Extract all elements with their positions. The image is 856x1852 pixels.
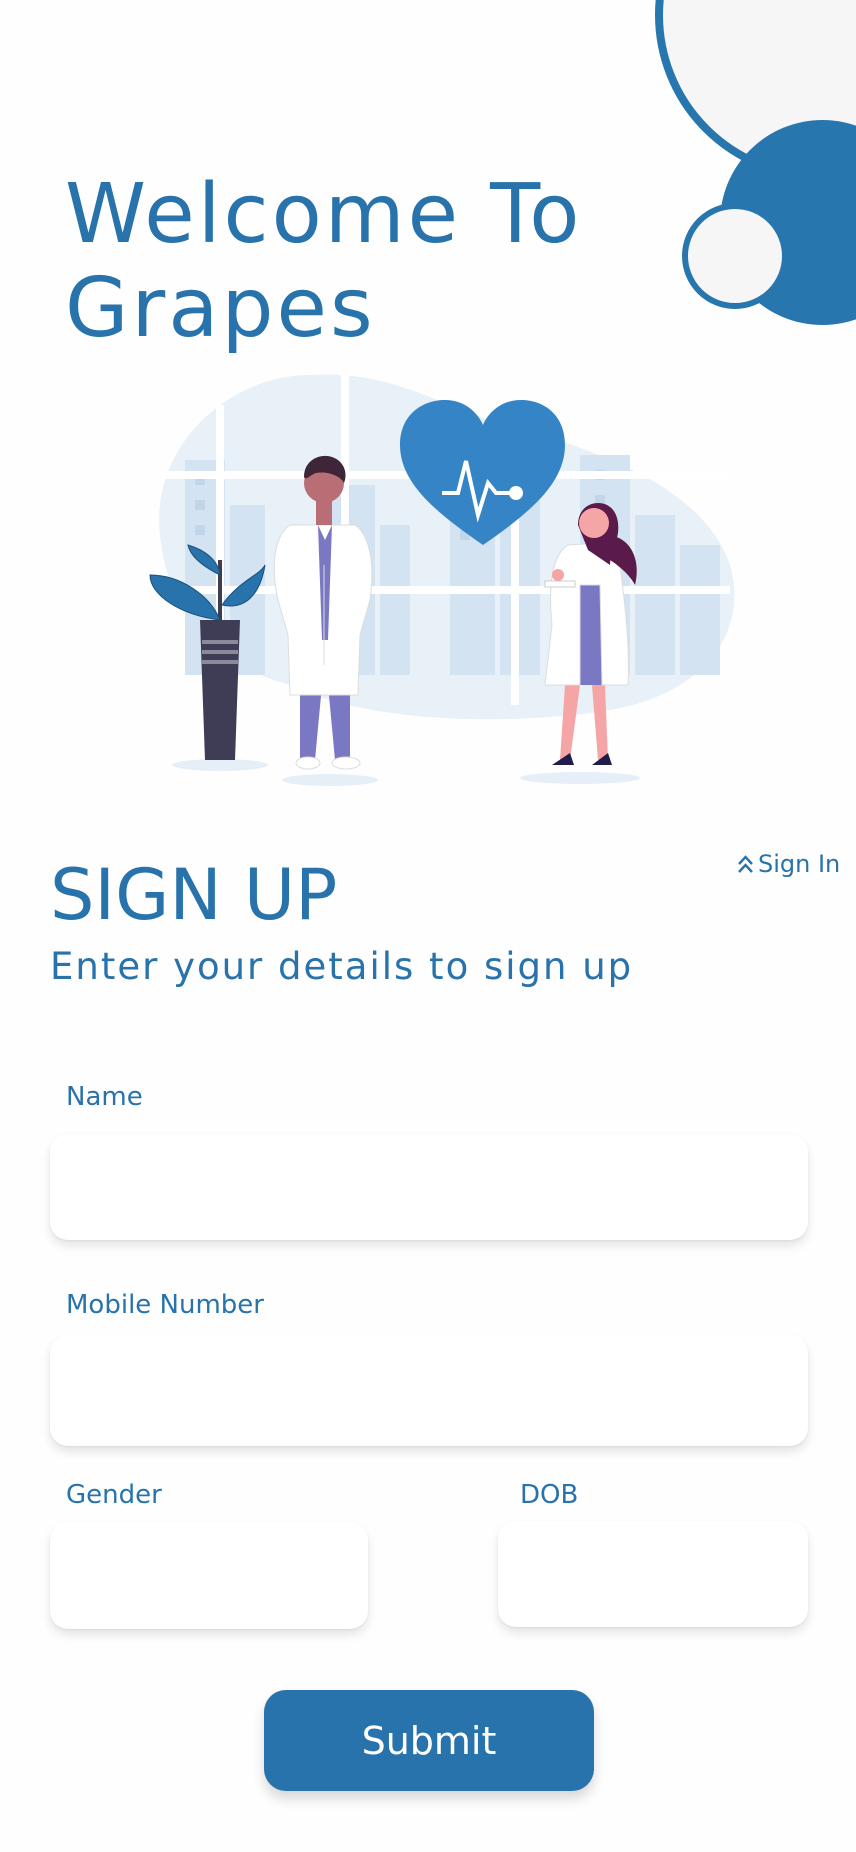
submit-button[interactable]: Submit (264, 1690, 594, 1791)
gender-label: Gender (66, 1480, 162, 1510)
name-input[interactable] (50, 1134, 808, 1240)
mobile-number-label: Mobile Number (66, 1290, 264, 1320)
gender-input[interactable] (50, 1522, 368, 1629)
welcome-line-2: Grapes (65, 261, 376, 356)
signup-screen: Welcome To Grapes SIGN UP Enter your det… (0, 0, 856, 1852)
signup-subtitle: Enter your details to sign up (50, 945, 634, 988)
welcome-title: Welcome To Grapes (65, 168, 625, 356)
name-label: Name (66, 1082, 143, 1112)
dob-input[interactable] (498, 1521, 808, 1627)
decorative-small-circle (682, 203, 788, 309)
sign-in-label: Sign In (758, 850, 841, 878)
mobile-number-input[interactable] (50, 1335, 808, 1446)
dob-label: DOB (520, 1480, 579, 1510)
sign-in-link[interactable]: Sign In (737, 850, 840, 878)
double-chevron-up-icon (738, 855, 753, 873)
signup-heading: SIGN UP (50, 854, 338, 936)
welcome-line-1: Welcome To (65, 167, 583, 262)
doctors-illustration (149, 374, 735, 786)
